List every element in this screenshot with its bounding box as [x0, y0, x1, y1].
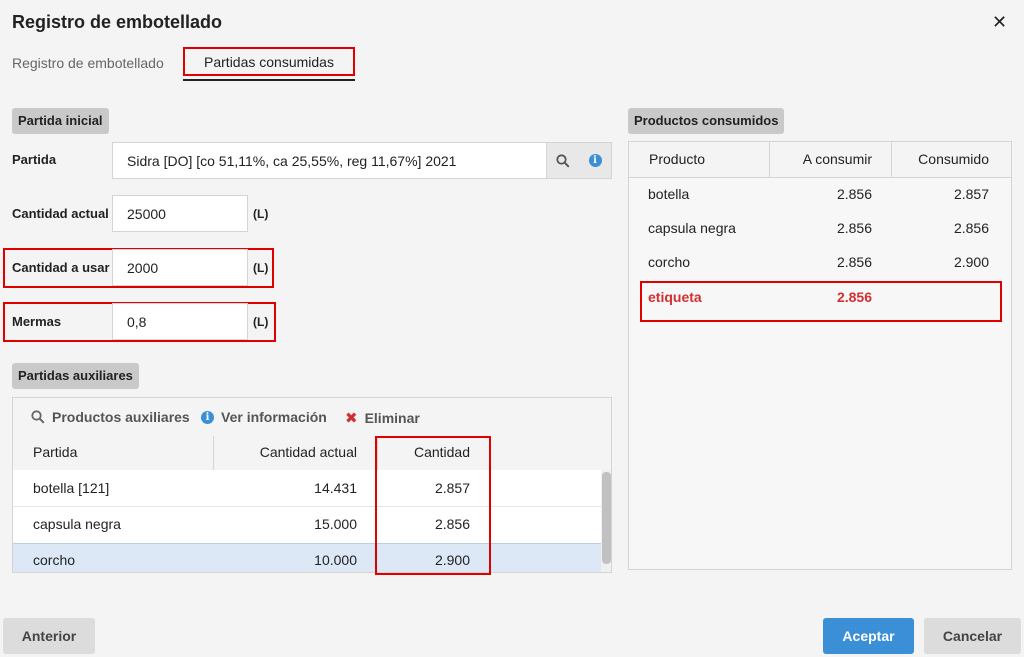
table-row-selected[interactable]: corcho 10.000 2.900	[13, 543, 601, 572]
cell-cantidad-actual: 10.000	[314, 552, 357, 568]
cell-producto: capsula negra	[648, 220, 736, 236]
highlight-box	[640, 281, 1002, 322]
aux-grid-header: Partida Cantidad actual Cantidad	[13, 436, 611, 471]
productos-auxiliares-button[interactable]: Productos auxiliares	[31, 409, 190, 425]
partida-field[interactable]: Sidra [DO] [co 51,11%, ca 25,55%, reg 11…	[112, 142, 612, 179]
cell-producto: botella	[648, 186, 690, 202]
search-icon[interactable]	[546, 143, 579, 178]
mermas-unit: (L)	[253, 315, 269, 329]
dialog-title: Registro de embotellado	[12, 12, 223, 32]
info-icon[interactable]: i	[579, 143, 611, 178]
anterior-button[interactable]: Anterior	[3, 618, 95, 654]
column-header-a-consumir[interactable]: A consumir	[769, 151, 872, 167]
delete-x-icon: ✖	[345, 410, 358, 427]
cell-partida: capsula negra	[33, 516, 121, 532]
tab-registro-embotellado[interactable]: Registro de embotellado	[12, 55, 164, 71]
cantidad-actual-field[interactable]: 25000	[112, 195, 248, 232]
tab-partidas-consumidas[interactable]: Partidas consumidas	[183, 47, 355, 76]
list-item[interactable]: corcho 2.856 2.900	[629, 245, 1011, 279]
column-header-partida[interactable]: Partida	[33, 444, 77, 460]
partida-label: Partida	[12, 152, 57, 167]
cell-cantidad-actual: 15.000	[314, 516, 357, 532]
scrollbar-thumb[interactable]	[602, 472, 611, 564]
cantidad-usar-field[interactable]: 2000	[112, 249, 248, 286]
cell-a-consumir: 2.856	[836, 186, 872, 202]
scrollbar-track[interactable]	[601, 470, 611, 572]
cell-a-consumir: 2.856	[836, 220, 872, 236]
partida-inicial-header: Partida inicial	[12, 108, 109, 134]
partidas-auxiliares-panel: Productos auxiliares i Ver información ✖…	[12, 397, 612, 573]
mermas-field[interactable]: 0,8	[112, 303, 248, 340]
cell-partida: botella [121]	[33, 480, 110, 496]
mermas-label: Mermas	[12, 314, 62, 329]
aceptar-button[interactable]: Aceptar	[823, 618, 914, 654]
column-header-cantidad-actual[interactable]: Cantidad actual	[213, 444, 357, 460]
productos-consumidos-header: Productos consumidos	[628, 108, 785, 134]
ver-informacion-button[interactable]: i Ver información	[201, 409, 327, 425]
partida-value: Sidra [DO] [co 51,11%, ca 25,55%, reg 11…	[127, 152, 457, 169]
ver-informacion-label: Ver información	[221, 409, 327, 425]
productos-grid-header: Producto A consumir Consumido	[629, 142, 1011, 178]
table-row[interactable]: botella [121] 14.431 2.857	[13, 470, 601, 506]
cell-a-consumir: 2.856	[836, 254, 872, 270]
cell-producto: corcho	[648, 254, 691, 270]
column-header-consumido[interactable]: Consumido	[891, 151, 989, 167]
list-item[interactable]: botella 2.856 2.857	[629, 177, 1011, 211]
cantidad-usar-unit: (L)	[253, 261, 269, 275]
productos-consumidos-panel: Producto A consumir Consumido botella 2.…	[628, 141, 1012, 570]
info-icon: i	[201, 410, 214, 424]
cancelar-button[interactable]: Cancelar	[924, 618, 1021, 654]
productos-auxiliares-label: Productos auxiliares	[52, 409, 190, 425]
active-tab-underline	[183, 79, 355, 81]
column-header-producto[interactable]: Producto	[649, 151, 705, 167]
cell-consumido: 2.856	[953, 220, 989, 236]
partidas-auxiliares-header: Partidas auxiliares	[12, 363, 139, 389]
eliminar-button[interactable]: ✖ Eliminar	[345, 409, 420, 427]
cantidad-usar-label: Cantidad a usar	[12, 260, 110, 275]
eliminar-label: Eliminar	[364, 410, 420, 426]
aux-toolbar: Productos auxiliares i Ver información ✖…	[13, 398, 611, 437]
cell-partida: corcho	[33, 552, 76, 568]
cell-consumido: 2.857	[953, 186, 989, 202]
highlight-box	[375, 436, 491, 575]
list-item[interactable]: capsula negra 2.856 2.856	[629, 211, 1011, 245]
cell-consumido: 2.900	[953, 254, 989, 270]
search-icon	[31, 410, 45, 424]
cantidad-actual-unit: (L)	[253, 207, 269, 221]
cantidad-actual-label: Cantidad actual	[12, 206, 109, 221]
cell-cantidad-actual: 14.431	[314, 480, 357, 496]
close-icon[interactable]: ✕	[992, 12, 1007, 33]
table-row[interactable]: capsula negra 15.000 2.856	[13, 507, 601, 543]
